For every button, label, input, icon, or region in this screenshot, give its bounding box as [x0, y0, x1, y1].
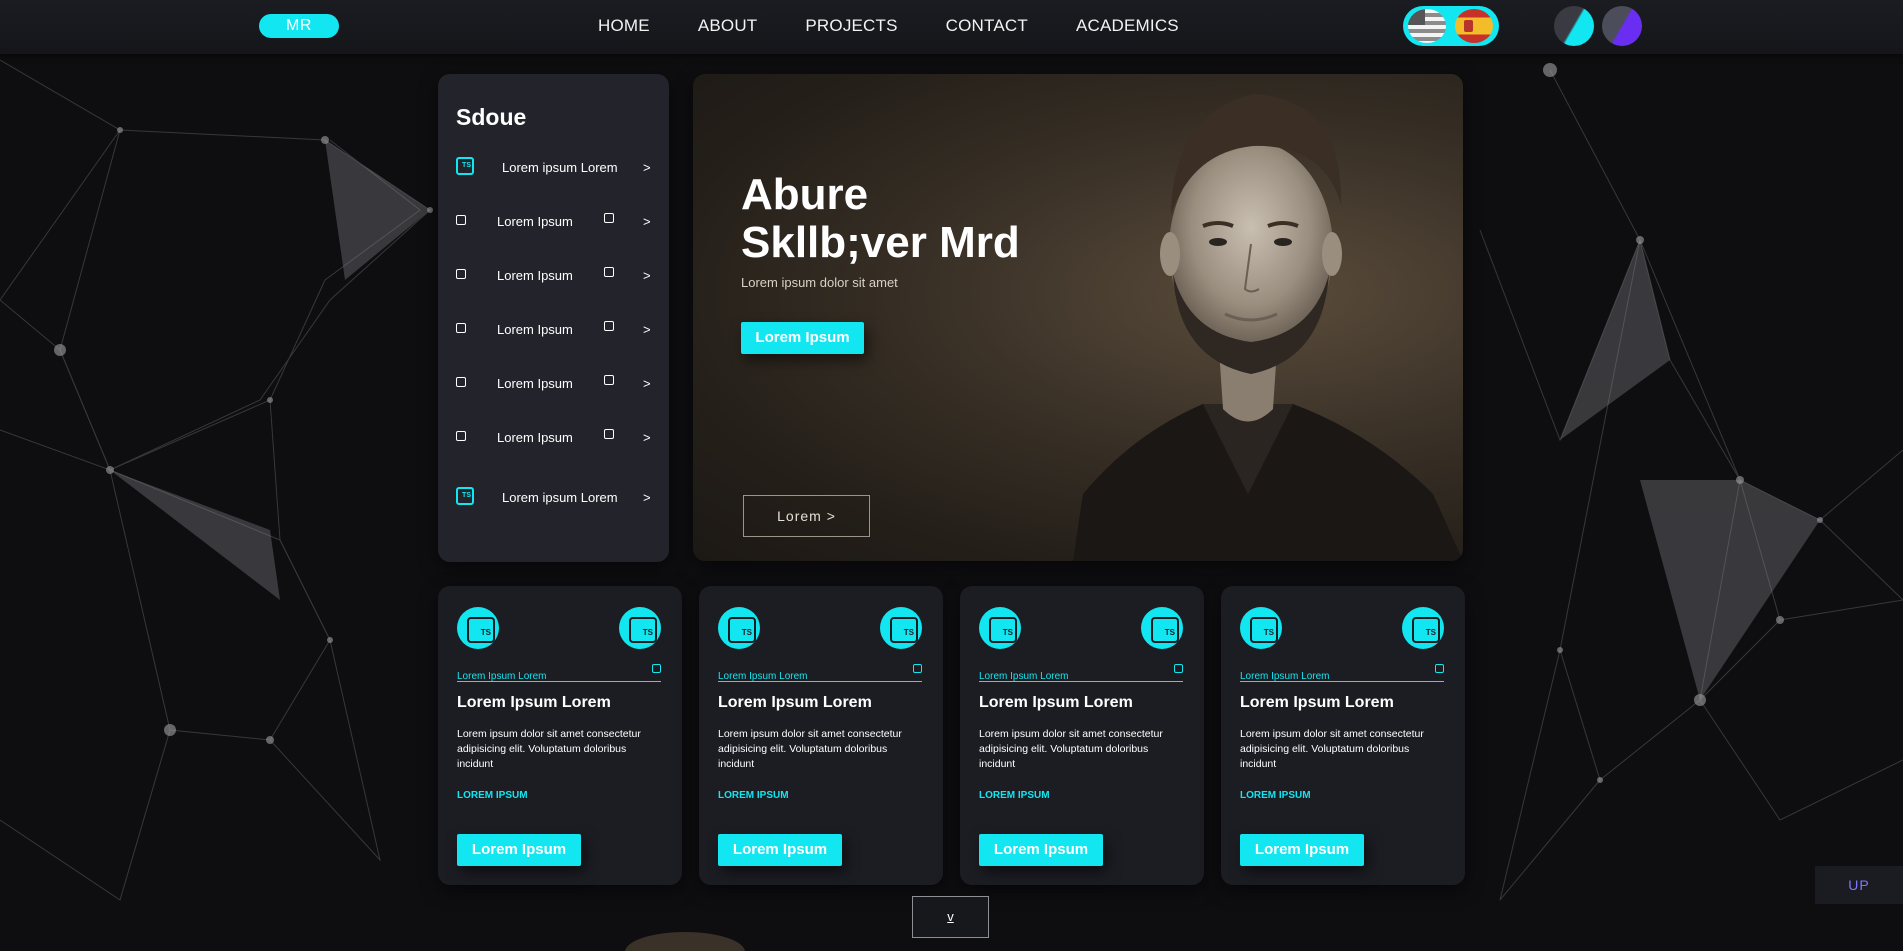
typescript-icon — [619, 607, 661, 649]
nav-links: HOME ABOUT PROJECTS CONTACT ACADEMICS — [598, 16, 1227, 36]
card-title: Lorem Ipsum Lorem — [718, 694, 872, 711]
hero-cta-button[interactable]: Lorem Ipsum — [741, 322, 864, 354]
typescript-icon — [456, 269, 466, 279]
card-tag[interactable]: LOREM IPSUM — [457, 790, 528, 801]
typescript-icon — [604, 267, 614, 277]
card-body: Lorem ipsum dolor sit amet consectetur a… — [718, 728, 902, 770]
hero-subtitle: Lorem ipsum dolor sit amet — [741, 275, 898, 290]
card-button[interactable]: Lorem Ipsum — [457, 834, 581, 866]
project-card-4: Lorem Ipsum Lorem Lorem Ipsum Lorem Lore… — [1221, 586, 1465, 885]
card-meta: Lorem Ipsum Lorem — [718, 664, 922, 682]
es-flag-icon[interactable] — [1455, 9, 1493, 43]
sidebar-item-5[interactable]: Lorem Ipsum > — [456, 371, 652, 395]
sidebar-item-label: Lorem ipsum Lorem — [502, 160, 618, 175]
sidebar-item-3[interactable]: Lorem Ipsum > — [456, 263, 652, 287]
hero-title-line2: Skllb;ver Mrd — [741, 218, 1020, 267]
card-title: Lorem Ipsum Lorem — [979, 694, 1133, 711]
us-flag-icon[interactable] — [1408, 9, 1446, 43]
typescript-icon — [456, 323, 466, 333]
card-tag[interactable]: LOREM IPSUM — [1240, 790, 1311, 801]
sidebar-item-4[interactable]: Lorem Ipsum > — [456, 317, 652, 341]
sidebar-item-label: Lorem Ipsum — [497, 430, 573, 445]
typescript-icon: TS — [456, 487, 474, 505]
sidebar-item-6[interactable]: Lorem Ipsum > — [456, 425, 652, 449]
typescript-icon — [456, 377, 466, 387]
chevron-right-icon: > — [643, 376, 651, 391]
typescript-icon — [457, 607, 499, 649]
sidebar-item-label: Lorem ipsum Lorem — [502, 490, 618, 505]
card-meta: Lorem Ipsum Lorem — [1240, 664, 1444, 682]
card-meta-label: Lorem Ipsum Lorem — [979, 671, 1069, 682]
sidebar-panel: Sdoue TS Lorem ipsum Lorem > Lorem Ipsum… — [438, 74, 669, 562]
nav-link-home[interactable]: HOME — [598, 16, 650, 36]
card-title: Lorem Ipsum Lorem — [457, 694, 611, 711]
sidebar-item-label: Lorem Ipsum — [497, 268, 573, 283]
typescript-icon — [1240, 607, 1282, 649]
sidebar-item-label: Lorem Ipsum — [497, 376, 573, 391]
card-meta-label: Lorem Ipsum Lorem — [718, 671, 808, 682]
theme-purple-button[interactable] — [1602, 6, 1642, 46]
hero-banner: Abure Skllb;ver Mrd Lorem ipsum dolor si… — [693, 74, 1463, 561]
sidebar-title: Sdoue — [456, 104, 527, 130]
typescript-icon — [604, 429, 614, 439]
sidebar-item-2[interactable]: Lorem Ipsum > — [456, 209, 652, 233]
card-tag[interactable]: LOREM IPSUM — [979, 790, 1050, 801]
card-meta: Lorem Ipsum Lorem — [457, 664, 661, 682]
sidebar-item-7[interactable]: TS Lorem ipsum Lorem > — [456, 485, 652, 509]
typescript-icon — [604, 213, 614, 223]
chevron-right-icon: > — [643, 322, 651, 337]
card-body: Lorem ipsum dolor sit amet consectetur a… — [457, 728, 641, 770]
typescript-icon — [1402, 607, 1444, 649]
scroll-down-button[interactable]: v — [912, 896, 989, 938]
nav-link-academics[interactable]: ACADEMICS — [1076, 16, 1179, 36]
sidebar-item-label: Lorem Ipsum — [497, 214, 573, 229]
typescript-icon: TS — [456, 157, 474, 175]
card-body: Lorem ipsum dolor sit amet consectetur a… — [1240, 728, 1424, 770]
scroll-up-button[interactable]: UP — [1815, 866, 1903, 904]
hero-title-line1: Abure — [741, 170, 869, 219]
typescript-icon — [1435, 664, 1444, 673]
chevron-right-icon: > — [643, 430, 651, 445]
chevron-right-icon: > — [643, 490, 651, 505]
sidebar-item-1[interactable]: TS Lorem ipsum Lorem > — [456, 155, 652, 179]
project-card-2: Lorem Ipsum Lorem Lorem Ipsum Lorem Lore… — [699, 586, 943, 885]
project-card-3: Lorem Ipsum Lorem Lorem Ipsum Lorem Lore… — [960, 586, 1204, 885]
typescript-icon — [913, 664, 922, 673]
profile-portrait — [1073, 94, 1463, 561]
card-meta-label: Lorem Ipsum Lorem — [1240, 671, 1330, 682]
card-button[interactable]: Lorem Ipsum — [1240, 834, 1364, 866]
card-button[interactable]: Lorem Ipsum — [718, 834, 842, 866]
typescript-icon — [718, 607, 760, 649]
card-meta-label: Lorem Ipsum Lorem — [457, 671, 547, 682]
card-button[interactable]: Lorem Ipsum — [979, 834, 1103, 866]
nav-link-projects[interactable]: PROJECTS — [805, 16, 897, 36]
typescript-icon — [979, 607, 1021, 649]
typescript-icon — [456, 431, 466, 441]
language-toggle[interactable] — [1403, 6, 1499, 46]
chevron-right-icon: > — [643, 268, 651, 283]
typescript-icon — [652, 664, 661, 673]
typescript-icon — [604, 321, 614, 331]
typescript-icon — [880, 607, 922, 649]
logo[interactable]: MR — [259, 14, 339, 38]
chevron-right-icon: > — [643, 214, 651, 229]
project-card-1: Lorem Ipsum Lorem Lorem Ipsum Lorem Lore… — [438, 586, 682, 885]
nav-link-contact[interactable]: CONTACT — [946, 16, 1028, 36]
typescript-icon — [1174, 664, 1183, 673]
card-tag[interactable]: LOREM IPSUM — [718, 790, 789, 801]
card-title: Lorem Ipsum Lorem — [1240, 694, 1394, 711]
theme-cyan-button[interactable] — [1554, 6, 1594, 46]
chevron-right-icon: > — [643, 160, 651, 175]
typescript-icon — [456, 215, 466, 225]
sidebar-item-label: Lorem Ipsum — [497, 322, 573, 337]
card-body: Lorem ipsum dolor sit amet consectetur a… — [979, 728, 1163, 770]
card-meta: Lorem Ipsum Lorem — [979, 664, 1183, 682]
nav-link-about[interactable]: ABOUT — [698, 16, 758, 36]
hero-outline-button[interactable]: Lorem > — [743, 495, 870, 537]
hero-title: Abure Skllb;ver Mrd — [741, 171, 1020, 267]
typescript-icon — [604, 375, 614, 385]
typescript-icon — [1141, 607, 1183, 649]
navbar: MR HOME ABOUT PROJECTS CONTACT ACADEMICS — [0, 0, 1903, 54]
